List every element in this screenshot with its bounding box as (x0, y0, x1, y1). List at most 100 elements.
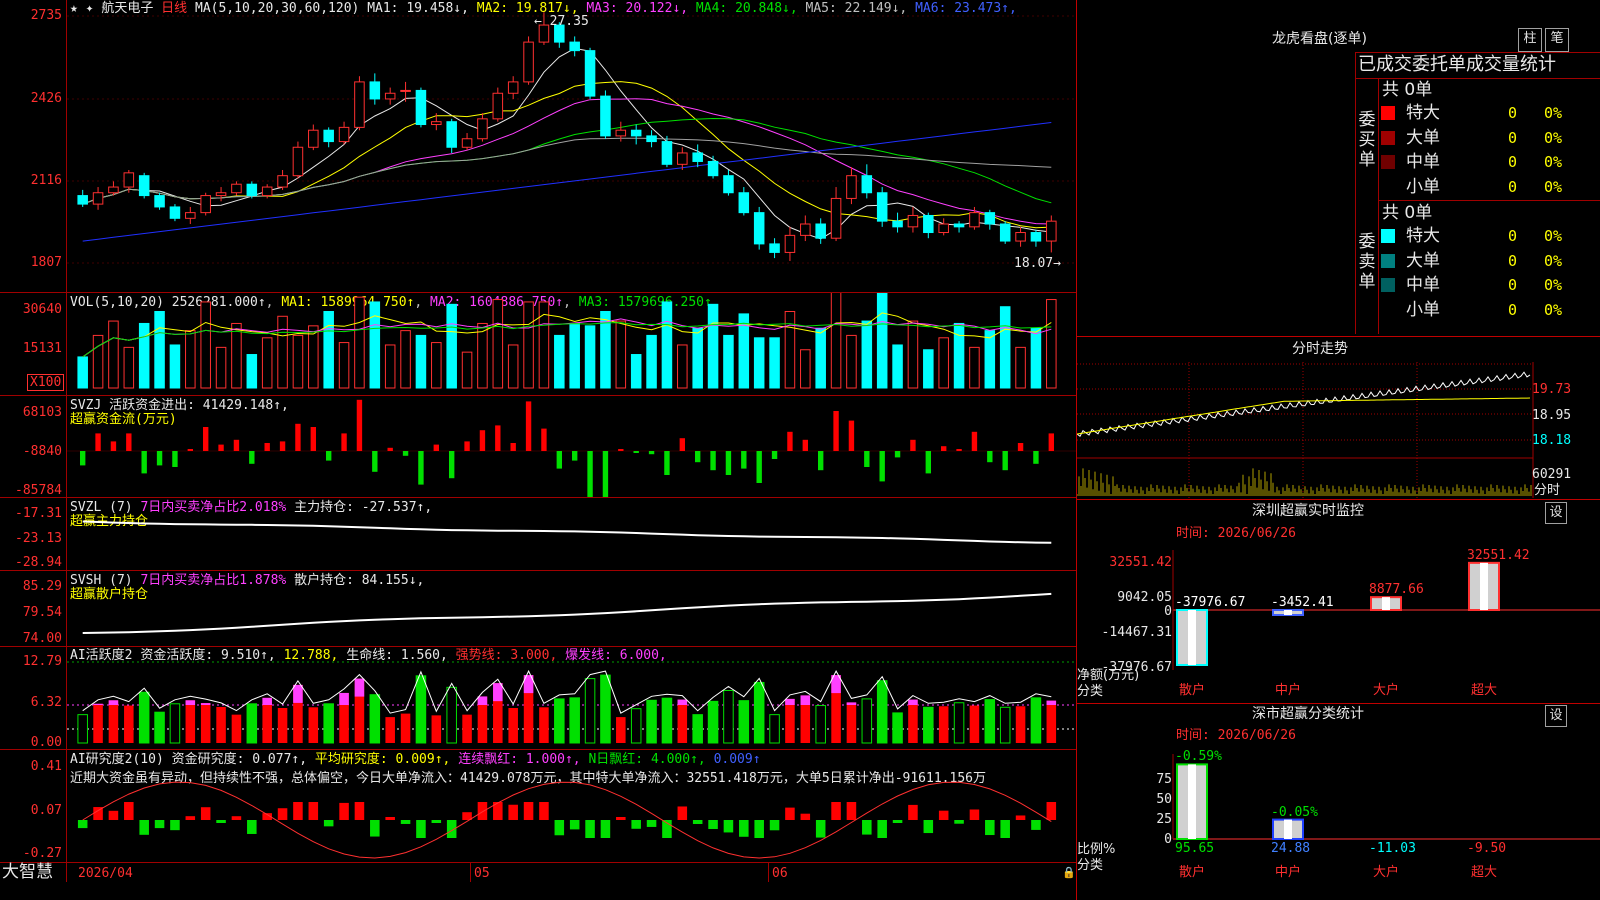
ai-active-bar (600, 674, 611, 744)
sz-class-chart[interactable] (1077, 744, 1600, 900)
high-price-value: 27.35 (549, 14, 589, 29)
ai-research-bar (1046, 802, 1057, 820)
volume-bar (692, 327, 703, 389)
ai-research-bar (785, 807, 795, 820)
sz-monitor-chart[interactable] (1077, 540, 1600, 700)
sz-monitor-value-2: 8877.66 (1369, 582, 1424, 598)
volume-bar (415, 334, 427, 389)
volume-chart[interactable] (67, 293, 1076, 395)
ai-research-bar (723, 820, 734, 833)
right-sep-2 (1355, 78, 1600, 79)
svzj-bar (295, 423, 301, 451)
svzj-bar (525, 401, 532, 451)
ai-research-bar (985, 820, 995, 836)
tab-bar[interactable]: 柱 (1518, 28, 1542, 52)
svzj-bar (848, 420, 855, 451)
ai-research-bar (800, 813, 811, 820)
ai-active-bar (769, 714, 780, 744)
ai-active-bar (923, 706, 934, 744)
ai-active-bar (446, 686, 457, 744)
volume-ma-line-1 (82, 312, 1052, 358)
price-chart[interactable] (67, 0, 1076, 292)
svzl-chart[interactable] (67, 498, 1076, 570)
candle-body (969, 212, 980, 228)
candle-body (600, 95, 611, 137)
ai-research-bar (200, 807, 211, 820)
ai-active-axis-1: 6.32 (30, 695, 62, 710)
svzj-chart[interactable] (67, 396, 1076, 497)
intraday-chart[interactable] (1077, 362, 1600, 498)
ai-active-bar (539, 707, 549, 743)
svzj-bar (495, 425, 501, 451)
ai-active-bar (569, 697, 580, 744)
candle-body (415, 89, 427, 126)
sz-monitor-settings-button[interactable]: 设 (1545, 502, 1567, 524)
candle-body (338, 126, 350, 143)
volume-bar (246, 354, 258, 389)
svzj-bar (710, 451, 716, 471)
sell-row-count-3: 0 (1508, 300, 1518, 319)
volume-bar (784, 311, 796, 389)
svzj-bar (279, 441, 286, 451)
ai-research-bar (185, 816, 196, 820)
ai-research-bar (677, 806, 688, 820)
right-sep-5 (1077, 499, 1600, 500)
candle-body (461, 138, 473, 148)
candle-body (615, 129, 627, 137)
ai-active-bar (138, 691, 150, 744)
svzj-bar (356, 399, 363, 451)
ai-research-bar (600, 820, 611, 838)
svzj-bar (156, 451, 163, 466)
ai-active-bar (953, 702, 965, 744)
ma-line-5 (82, 137, 1052, 205)
svsh-chart[interactable] (67, 571, 1076, 646)
tab-tick[interactable]: 笔 (1545, 28, 1569, 52)
volume-bar (769, 337, 780, 389)
ai-research-bar (308, 802, 319, 820)
ai-active-bar (216, 706, 226, 743)
ai-research-bar (1015, 815, 1026, 820)
ai-active-bar (108, 700, 119, 743)
volume-bar (584, 325, 596, 389)
ai-active-chart[interactable] (67, 647, 1076, 749)
sell-color-square-1 (1381, 253, 1395, 268)
sz-class-title: 深市超赢分类统计 (1252, 706, 1364, 722)
ai-research-bar (892, 820, 903, 823)
candle-body (861, 175, 873, 194)
intraday-vol-axis: 60291 (1532, 467, 1572, 482)
sz-class-bar-shine-0 (1188, 764, 1196, 839)
ai-active-bar (431, 715, 442, 743)
volume-bar (507, 344, 519, 389)
sz-class-bar-shine-1 (1284, 819, 1292, 839)
ai-active-bar (200, 703, 211, 743)
ai-active-bar (1030, 697, 1042, 744)
high-price-mark: ← 27.35 (534, 14, 589, 29)
ai-research-bar (431, 820, 442, 823)
volume-bar (108, 320, 119, 389)
ai-active-bar-top (200, 703, 211, 705)
candle-body (446, 121, 457, 148)
sep-bottom (0, 862, 1076, 863)
ai-active-bar (584, 678, 596, 744)
candle-body (876, 192, 888, 222)
ai-research-bar (569, 820, 580, 830)
candle-body (923, 214, 934, 234)
ai-active-bar-top (108, 700, 119, 705)
volume-bar (969, 346, 980, 389)
candle-body (1015, 232, 1026, 242)
ma-line-6 (82, 122, 1052, 242)
sz-class-cat-1: 中户 (1275, 865, 1302, 880)
volume-bar (861, 320, 873, 389)
lock-icon[interactable]: 🔒 (1062, 865, 1076, 880)
ai-active-bar (554, 698, 565, 744)
sz-class-settings-button[interactable]: 设 (1545, 705, 1567, 727)
buy-color-square-1 (1381, 130, 1395, 145)
candle-body (769, 243, 780, 253)
sz-monitor-bar-shine-3 (1480, 562, 1488, 610)
ai-research-chart[interactable] (67, 750, 1076, 862)
volume-bar (646, 334, 657, 389)
volume-bar (185, 330, 196, 389)
ai-research-bar (846, 802, 857, 820)
ai-active-bar (692, 714, 703, 744)
ai-active-bar (400, 713, 411, 743)
